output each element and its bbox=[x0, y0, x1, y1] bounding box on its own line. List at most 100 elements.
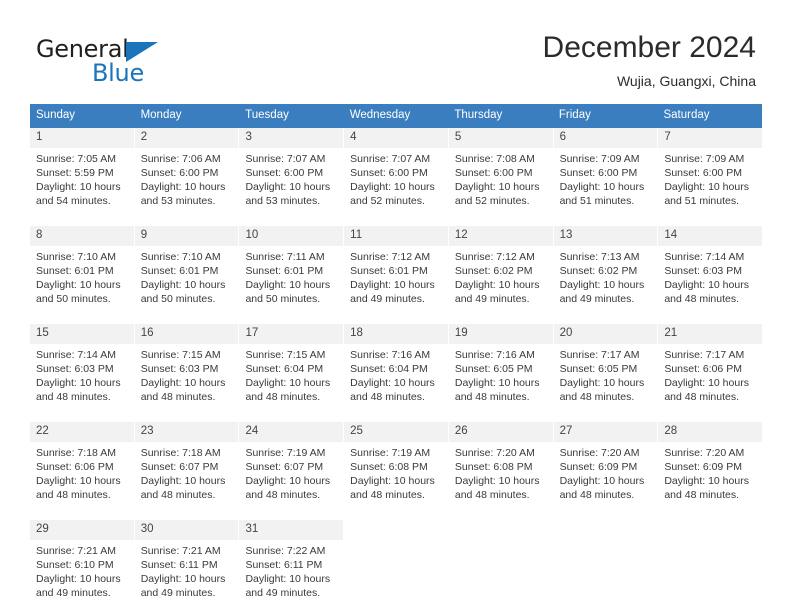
calendar-day-cell[interactable]: 4 Sunrise: 7:07 AM Sunset: 6:00 PM Daylight… bbox=[344, 128, 449, 216]
day-number: 5 bbox=[448, 128, 553, 148]
day-number: 22 bbox=[30, 422, 134, 442]
calendar-week-row: 29 Sunrise: 7:21 AM Sunset: 6:10 PM Dayligh… bbox=[30, 520, 763, 608]
sunrise-text: Sunrise: 7:19 AM bbox=[245, 447, 326, 459]
sunset-text: Sunset: 6:00 PM bbox=[664, 167, 742, 179]
daylight-text: Daylight: 10 hours and 48 minutes. bbox=[140, 475, 226, 501]
calendar-day-cell[interactable]: 5 Sunrise: 7:08 AM Sunset: 6:00 PM Daylight… bbox=[448, 128, 554, 216]
calendar-day-cell[interactable]: 14 Sunrise: 7:14 AM Sunset: 6:03 PM Dayligh… bbox=[658, 226, 763, 314]
daylight-text: Daylight: 10 hours and 49 minutes. bbox=[454, 279, 540, 305]
calendar-day-cell[interactable]: 10 Sunrise: 7:11 AM Sunset: 6:01 PM Dayligh… bbox=[239, 226, 345, 314]
day-number: 27 bbox=[553, 422, 658, 442]
sunrise-text: Sunrise: 7:14 AM bbox=[664, 251, 745, 263]
daylight-text: Daylight: 10 hours and 48 minutes. bbox=[559, 475, 645, 501]
sunrise-text: Sunrise: 7:19 AM bbox=[350, 447, 431, 459]
sunrise-text: Sunrise: 7:18 AM bbox=[36, 447, 116, 459]
weekday-wednesday: Wednesday bbox=[349, 109, 411, 121]
sunset-text: Sunset: 6:00 PM bbox=[245, 167, 324, 179]
sunset-text: Sunset: 6:01 PM bbox=[36, 265, 114, 277]
title-block: December 2024 Wujia, Guangxi, China bbox=[543, 30, 756, 90]
day-number: 26 bbox=[448, 422, 553, 442]
calendar-day-cell[interactable]: 20 Sunrise: 7:17 AM Sunset: 6:05 PM Dayligh… bbox=[553, 324, 659, 412]
calendar-day-cell[interactable]: 25 Sunrise: 7:19 AM Sunset: 6:08 PM Dayligh… bbox=[344, 422, 449, 510]
sunset-text: Sunset: 6:06 PM bbox=[36, 461, 114, 473]
calendar-day-cell[interactable]: 23 Sunrise: 7:18 AM Sunset: 6:07 PM Dayligh… bbox=[134, 422, 240, 510]
calendar-day-cell[interactable]: 26 Sunrise: 7:20 AM Sunset: 6:08 PM Dayligh… bbox=[448, 422, 554, 510]
sunset-text: Sunset: 6:09 PM bbox=[559, 461, 638, 473]
sunrise-text: Sunrise: 7:05 AM bbox=[36, 153, 116, 165]
calendar-day-cell[interactable]: 12 Sunrise: 7:12 AM Sunset: 6:02 PM Dayligh… bbox=[448, 226, 554, 314]
calendar-day-cell[interactable]: 24 Sunrise: 7:19 AM Sunset: 6:07 PM Dayligh… bbox=[239, 422, 345, 510]
daylight-text: Daylight: 10 hours and 49 minutes. bbox=[350, 279, 435, 305]
general-blue-logo[interactable]: General Blue bbox=[36, 36, 236, 88]
calendar-day-cell[interactable]: 3 Sunrise: 7:07 AM Sunset: 6:00 PM Daylight… bbox=[239, 128, 345, 216]
calendar-day-cell[interactable]: 22 Sunrise: 7:18 AM Sunset: 6:06 PM Dayligh… bbox=[30, 422, 135, 510]
page-header: General Blue December 2024 Wujia, Guangx… bbox=[0, 0, 792, 98]
calendar-day-cell[interactable]: 30 Sunrise: 7:21 AM Sunset: 6:11 PM Dayligh… bbox=[134, 520, 240, 608]
day-details: Sunrise: 7:12 AM Sunset: 6:02 PM Daylight:… bbox=[449, 246, 553, 306]
day-details bbox=[554, 540, 658, 544]
calendar-day-cell-empty bbox=[448, 520, 554, 608]
calendar-day-cell-empty bbox=[344, 520, 449, 608]
sunset-text: Sunset: 6:00 PM bbox=[454, 167, 533, 179]
day-details: Sunrise: 7:10 AM Sunset: 6:01 PM Daylight:… bbox=[135, 246, 239, 306]
daylight-text: Daylight: 10 hours and 48 minutes. bbox=[454, 377, 540, 403]
day-details: Sunrise: 7:10 AM Sunset: 6:01 PM Daylight:… bbox=[30, 246, 134, 306]
calendar-day-cell[interactable]: 15 Sunrise: 7:14 AM Sunset: 6:03 PM Dayligh… bbox=[30, 324, 135, 412]
sunrise-text: Sunrise: 7:09 AM bbox=[664, 153, 745, 165]
calendar-day-cell[interactable]: 2 Sunrise: 7:06 AM Sunset: 6:00 PM Daylight… bbox=[134, 128, 240, 216]
calendar-day-cell[interactable]: 27 Sunrise: 7:20 AM Sunset: 6:09 PM Dayligh… bbox=[553, 422, 659, 510]
calendar-day-cell[interactable]: 31 Sunrise: 7:22 AM Sunset: 6:11 PM Dayligh… bbox=[239, 520, 345, 608]
calendar-day-cell[interactable]: 1 Sunrise: 7:05 AM Sunset: 5:59 PM Daylight… bbox=[30, 128, 135, 216]
day-details: Sunrise: 7:20 AM Sunset: 6:09 PM Daylight:… bbox=[554, 442, 658, 502]
sunset-text: Sunset: 6:08 PM bbox=[454, 461, 533, 473]
daylight-text: Daylight: 10 hours and 48 minutes. bbox=[454, 475, 540, 501]
sunrise-text: Sunrise: 7:18 AM bbox=[140, 447, 221, 459]
calendar-day-cell[interactable]: 21 Sunrise: 7:17 AM Sunset: 6:06 PM Dayligh… bbox=[658, 324, 763, 412]
sunrise-text: Sunrise: 7:20 AM bbox=[559, 447, 640, 459]
sunrise-text: Sunrise: 7:20 AM bbox=[664, 447, 745, 459]
calendar-day-cell[interactable]: 18 Sunrise: 7:16 AM Sunset: 6:04 PM Dayligh… bbox=[344, 324, 449, 412]
calendar-day-cell-empty bbox=[553, 520, 659, 608]
calendar-day-cell[interactable]: 29 Sunrise: 7:21 AM Sunset: 6:10 PM Dayligh… bbox=[30, 520, 135, 608]
sunrise-text: Sunrise: 7:20 AM bbox=[454, 447, 535, 459]
sunset-text: Sunset: 6:02 PM bbox=[454, 265, 533, 277]
calendar-day-cell[interactable]: 17 Sunrise: 7:15 AM Sunset: 6:04 PM Dayligh… bbox=[239, 324, 345, 412]
daylight-text: Daylight: 10 hours and 48 minutes. bbox=[664, 377, 749, 403]
day-number: 4 bbox=[344, 128, 448, 148]
daylight-text: Daylight: 10 hours and 49 minutes. bbox=[245, 573, 331, 599]
calendar-day-cell[interactable]: 8 Sunrise: 7:10 AM Sunset: 6:01 PM Daylight… bbox=[30, 226, 135, 314]
sunset-text: Sunset: 6:07 PM bbox=[245, 461, 324, 473]
daylight-text: Daylight: 10 hours and 52 minutes. bbox=[350, 181, 435, 207]
day-details: Sunrise: 7:16 AM Sunset: 6:05 PM Daylight:… bbox=[449, 344, 553, 404]
day-number: 9 bbox=[134, 226, 239, 246]
day-details: Sunrise: 7:22 AM Sunset: 6:11 PM Daylight:… bbox=[239, 540, 343, 600]
calendar-day-cell[interactable]: 6 Sunrise: 7:09 AM Sunset: 6:00 PM Daylight… bbox=[553, 128, 659, 216]
calendar-day-cell[interactable]: 13 Sunrise: 7:13 AM Sunset: 6:02 PM Dayligh… bbox=[553, 226, 659, 314]
calendar-day-cell[interactable]: 7 Sunrise: 7:09 AM Sunset: 6:00 PM Daylight… bbox=[658, 128, 763, 216]
calendar-day-cell[interactable]: 19 Sunrise: 7:16 AM Sunset: 6:05 PM Dayligh… bbox=[448, 324, 554, 412]
day-details: Sunrise: 7:20 AM Sunset: 6:09 PM Daylight:… bbox=[658, 442, 762, 502]
day-number: 12 bbox=[448, 226, 553, 246]
day-details: Sunrise: 7:12 AM Sunset: 6:01 PM Daylight:… bbox=[344, 246, 448, 306]
calendar-day-cell[interactable]: 9 Sunrise: 7:10 AM Sunset: 6:01 PM Daylight… bbox=[134, 226, 240, 314]
calendar-week-row: 1 Sunrise: 7:05 AM Sunset: 5:59 PM Daylight… bbox=[30, 128, 763, 217]
calendar-day-cell[interactable]: 28 Sunrise: 7:20 AM Sunset: 6:09 PM Dayligh… bbox=[658, 422, 763, 510]
day-details: Sunrise: 7:15 AM Sunset: 6:04 PM Daylight:… bbox=[239, 344, 343, 404]
calendar-day-cell[interactable]: 16 Sunrise: 7:15 AM Sunset: 6:03 PM Dayligh… bbox=[134, 324, 240, 412]
day-number bbox=[448, 520, 553, 540]
day-details: Sunrise: 7:11 AM Sunset: 6:01 PM Daylight:… bbox=[239, 246, 343, 306]
page-title: December 2024 bbox=[542, 31, 756, 64]
day-details: Sunrise: 7:17 AM Sunset: 6:05 PM Daylight:… bbox=[554, 344, 658, 404]
sunset-text: Sunset: 6:00 PM bbox=[559, 167, 638, 179]
day-details: Sunrise: 7:09 AM Sunset: 6:00 PM Daylight:… bbox=[658, 148, 762, 208]
calendar-day-cell[interactable]: 11 Sunrise: 7:12 AM Sunset: 6:01 PM Dayligh… bbox=[344, 226, 449, 314]
daylight-text: Daylight: 10 hours and 54 minutes. bbox=[36, 181, 121, 207]
weekday-header-row: Sunday Monday Tuesday Wednesday Thursday… bbox=[30, 104, 762, 128]
sunrise-text: Sunrise: 7:16 AM bbox=[350, 349, 431, 361]
sunset-text: Sunset: 6:08 PM bbox=[350, 461, 428, 473]
day-details: Sunrise: 7:09 AM Sunset: 6:00 PM Daylight:… bbox=[554, 148, 658, 208]
sunrise-text: Sunrise: 7:17 AM bbox=[664, 349, 745, 361]
sunset-text: Sunset: 6:09 PM bbox=[664, 461, 742, 473]
day-number: 31 bbox=[239, 520, 344, 540]
week-separator bbox=[30, 413, 762, 422]
